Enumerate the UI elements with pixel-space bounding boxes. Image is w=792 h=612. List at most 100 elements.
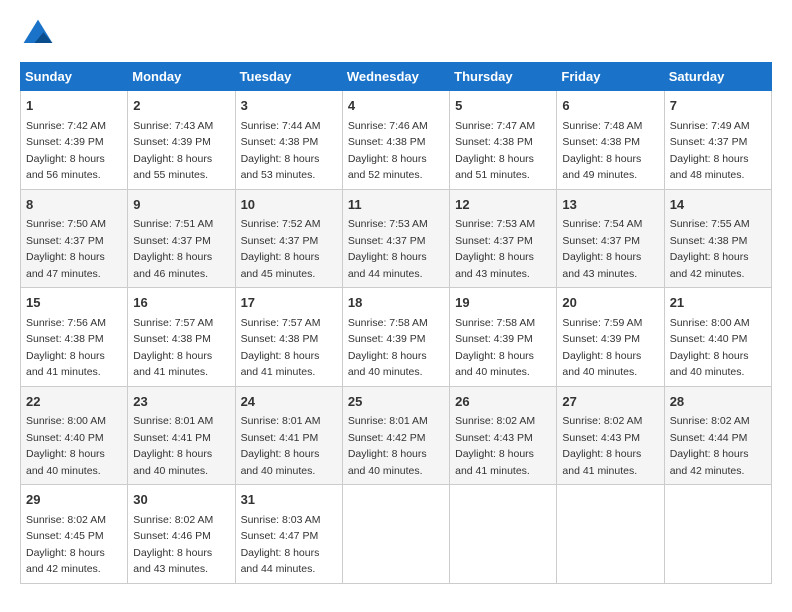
day-cell: 28 Sunrise: 8:02 AMSunset: 4:44 PMDaylig… [664,386,771,485]
week-row-1: 1 Sunrise: 7:42 AMSunset: 4:39 PMDayligh… [21,91,772,190]
day-info: Sunrise: 7:51 AMSunset: 4:37 PMDaylight:… [133,218,213,280]
day-number: 30 [133,490,229,510]
day-info: Sunrise: 8:02 AMSunset: 4:44 PMDaylight:… [670,415,750,477]
day-number: 28 [670,392,766,412]
day-cell: 24 Sunrise: 8:01 AMSunset: 4:41 PMDaylig… [235,386,342,485]
day-info: Sunrise: 7:58 AMSunset: 4:39 PMDaylight:… [348,317,428,379]
day-cell: 3 Sunrise: 7:44 AMSunset: 4:38 PMDayligh… [235,91,342,190]
day-info: Sunrise: 8:01 AMSunset: 4:41 PMDaylight:… [241,415,321,477]
header-cell-sunday: Sunday [21,63,128,91]
header-cell-wednesday: Wednesday [342,63,449,91]
day-cell: 29 Sunrise: 8:02 AMSunset: 4:45 PMDaylig… [21,485,128,584]
day-cell: 15 Sunrise: 7:56 AMSunset: 4:38 PMDaylig… [21,288,128,387]
day-cell: 16 Sunrise: 7:57 AMSunset: 4:38 PMDaylig… [128,288,235,387]
day-cell: 20 Sunrise: 7:59 AMSunset: 4:39 PMDaylig… [557,288,664,387]
page-header [20,16,772,52]
day-info: Sunrise: 7:50 AMSunset: 4:37 PMDaylight:… [26,218,106,280]
day-cell: 10 Sunrise: 7:52 AMSunset: 4:37 PMDaylig… [235,189,342,288]
day-cell: 23 Sunrise: 8:01 AMSunset: 4:41 PMDaylig… [128,386,235,485]
day-number: 4 [348,96,444,116]
day-number: 11 [348,195,444,215]
day-cell: 31 Sunrise: 8:03 AMSunset: 4:47 PMDaylig… [235,485,342,584]
day-number: 13 [562,195,658,215]
day-cell: 18 Sunrise: 7:58 AMSunset: 4:39 PMDaylig… [342,288,449,387]
day-cell [557,485,664,584]
day-number: 25 [348,392,444,412]
day-cell: 25 Sunrise: 8:01 AMSunset: 4:42 PMDaylig… [342,386,449,485]
day-info: Sunrise: 8:02 AMSunset: 4:43 PMDaylight:… [562,415,642,477]
day-cell: 13 Sunrise: 7:54 AMSunset: 4:37 PMDaylig… [557,189,664,288]
day-number: 19 [455,293,551,313]
calendar-table: SundayMondayTuesdayWednesdayThursdayFrid… [20,62,772,584]
header-cell-monday: Monday [128,63,235,91]
week-row-4: 22 Sunrise: 8:00 AMSunset: 4:40 PMDaylig… [21,386,772,485]
day-cell: 1 Sunrise: 7:42 AMSunset: 4:39 PMDayligh… [21,91,128,190]
day-info: Sunrise: 8:02 AMSunset: 4:43 PMDaylight:… [455,415,535,477]
header-cell-tuesday: Tuesday [235,63,342,91]
day-info: Sunrise: 7:44 AMSunset: 4:38 PMDaylight:… [241,120,321,182]
day-number: 6 [562,96,658,116]
day-info: Sunrise: 7:43 AMSunset: 4:39 PMDaylight:… [133,120,213,182]
day-info: Sunrise: 7:53 AMSunset: 4:37 PMDaylight:… [348,218,428,280]
logo-icon [20,16,56,52]
day-info: Sunrise: 7:56 AMSunset: 4:38 PMDaylight:… [26,317,106,379]
day-number: 27 [562,392,658,412]
day-number: 20 [562,293,658,313]
day-info: Sunrise: 7:46 AMSunset: 4:38 PMDaylight:… [348,120,428,182]
day-info: Sunrise: 8:01 AMSunset: 4:42 PMDaylight:… [348,415,428,477]
day-info: Sunrise: 7:47 AMSunset: 4:38 PMDaylight:… [455,120,535,182]
day-number: 24 [241,392,337,412]
day-cell: 8 Sunrise: 7:50 AMSunset: 4:37 PMDayligh… [21,189,128,288]
day-info: Sunrise: 8:00 AMSunset: 4:40 PMDaylight:… [26,415,106,477]
day-number: 23 [133,392,229,412]
day-info: Sunrise: 8:03 AMSunset: 4:47 PMDaylight:… [241,514,321,576]
day-cell: 30 Sunrise: 8:02 AMSunset: 4:46 PMDaylig… [128,485,235,584]
day-number: 2 [133,96,229,116]
day-number: 7 [670,96,766,116]
header-cell-thursday: Thursday [450,63,557,91]
day-info: Sunrise: 7:55 AMSunset: 4:38 PMDaylight:… [670,218,750,280]
day-info: Sunrise: 7:54 AMSunset: 4:37 PMDaylight:… [562,218,642,280]
day-number: 26 [455,392,551,412]
day-number: 18 [348,293,444,313]
day-number: 29 [26,490,122,510]
day-cell: 11 Sunrise: 7:53 AMSunset: 4:37 PMDaylig… [342,189,449,288]
day-info: Sunrise: 7:42 AMSunset: 4:39 PMDaylight:… [26,120,106,182]
day-number: 8 [26,195,122,215]
header-cell-saturday: Saturday [664,63,771,91]
day-cell: 9 Sunrise: 7:51 AMSunset: 4:37 PMDayligh… [128,189,235,288]
day-info: Sunrise: 7:58 AMSunset: 4:39 PMDaylight:… [455,317,535,379]
day-number: 9 [133,195,229,215]
logo [20,16,60,52]
day-cell: 26 Sunrise: 8:02 AMSunset: 4:43 PMDaylig… [450,386,557,485]
day-number: 31 [241,490,337,510]
day-number: 16 [133,293,229,313]
day-info: Sunrise: 7:59 AMSunset: 4:39 PMDaylight:… [562,317,642,379]
week-row-2: 8 Sunrise: 7:50 AMSunset: 4:37 PMDayligh… [21,189,772,288]
day-number: 21 [670,293,766,313]
day-cell: 22 Sunrise: 8:00 AMSunset: 4:40 PMDaylig… [21,386,128,485]
day-cell [342,485,449,584]
day-number: 15 [26,293,122,313]
day-cell [450,485,557,584]
day-info: Sunrise: 8:02 AMSunset: 4:45 PMDaylight:… [26,514,106,576]
day-cell: 4 Sunrise: 7:46 AMSunset: 4:38 PMDayligh… [342,91,449,190]
day-cell: 27 Sunrise: 8:02 AMSunset: 4:43 PMDaylig… [557,386,664,485]
day-info: Sunrise: 8:00 AMSunset: 4:40 PMDaylight:… [670,317,750,379]
day-info: Sunrise: 7:57 AMSunset: 4:38 PMDaylight:… [241,317,321,379]
day-number: 1 [26,96,122,116]
day-number: 10 [241,195,337,215]
day-number: 17 [241,293,337,313]
day-cell [664,485,771,584]
day-cell: 6 Sunrise: 7:48 AMSunset: 4:38 PMDayligh… [557,91,664,190]
day-cell: 2 Sunrise: 7:43 AMSunset: 4:39 PMDayligh… [128,91,235,190]
day-info: Sunrise: 8:02 AMSunset: 4:46 PMDaylight:… [133,514,213,576]
header-cell-friday: Friday [557,63,664,91]
day-info: Sunrise: 7:52 AMSunset: 4:37 PMDaylight:… [241,218,321,280]
day-number: 5 [455,96,551,116]
day-cell: 14 Sunrise: 7:55 AMSunset: 4:38 PMDaylig… [664,189,771,288]
day-info: Sunrise: 7:48 AMSunset: 4:38 PMDaylight:… [562,120,642,182]
day-number: 3 [241,96,337,116]
day-cell: 19 Sunrise: 7:58 AMSunset: 4:39 PMDaylig… [450,288,557,387]
day-cell: 17 Sunrise: 7:57 AMSunset: 4:38 PMDaylig… [235,288,342,387]
